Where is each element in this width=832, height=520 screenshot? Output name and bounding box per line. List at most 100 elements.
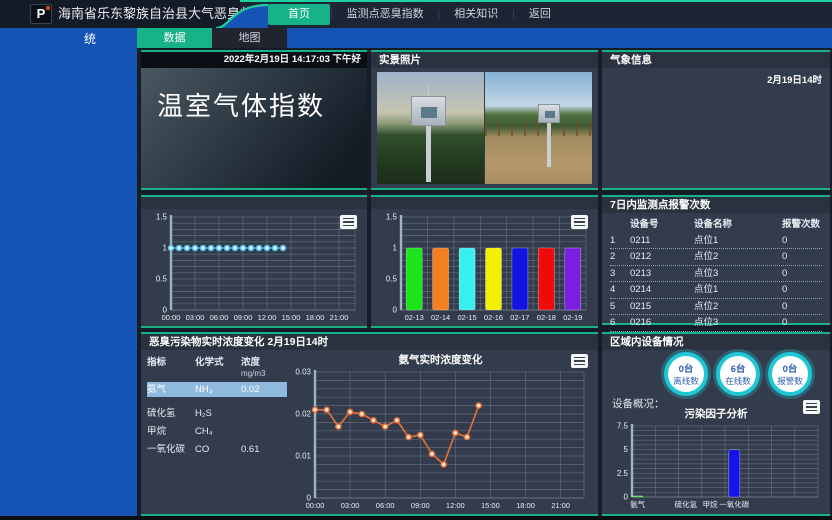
- svg-text:0.5: 0.5: [156, 275, 168, 284]
- view-tabs: 数据地图: [137, 28, 287, 48]
- tab-2[interactable]: 地图: [212, 28, 287, 48]
- station-pole: [426, 124, 431, 182]
- svg-text:02-14: 02-14: [431, 313, 450, 322]
- greenhouse-index-headline: 温室气体指数: [141, 68, 367, 123]
- svg-text:00:00: 00:00: [306, 501, 325, 510]
- daily-index-chart: 00.511.502-1302-1402-1502-1602-1702-1802…: [375, 211, 594, 323]
- station-antenna: [428, 86, 429, 96]
- device-status-title: 区域内设备情况: [602, 334, 830, 350]
- alarm-count-panel: 7日内监测点报警次数 #设备号设备名称报警次数10211点位1020212点位2…: [602, 195, 830, 325]
- index-trend-panel: 00.511.500:0003:0006:0009:0012:0015:0018…: [141, 195, 367, 328]
- svg-text:15:00: 15:00: [481, 501, 500, 510]
- svg-text:09:00: 09:00: [411, 501, 430, 510]
- svg-text:0: 0: [393, 306, 398, 315]
- nav-item-1[interactable]: 首页: [268, 4, 330, 25]
- svg-text:2.5: 2.5: [617, 469, 629, 478]
- device-stat-circles: 0台离线数6台在线数0台报警数: [664, 352, 812, 396]
- app-logo: P: [30, 4, 52, 24]
- station-cabinet: [538, 104, 560, 123]
- alarm-count-title: 7日内监测点报警次数: [602, 197, 830, 213]
- main-menu: 首页|监测点恶臭指数|相关知识|返回: [268, 0, 565, 28]
- fence: [485, 121, 592, 136]
- svg-text:09:00: 09:00: [234, 313, 253, 322]
- col-indicator: 指标: [147, 354, 195, 379]
- svg-text:0.02: 0.02: [295, 410, 311, 419]
- pollutant-table: 指标 化学式 浓度mg/m3 氨气NH₃0.02 硫化氢H₂S 甲烷CH₄ 一氧化碳C…: [147, 354, 287, 457]
- chart-menu-icon[interactable]: [571, 354, 588, 368]
- chart-menu-icon[interactable]: [571, 215, 588, 229]
- svg-text:02-19: 02-19: [563, 313, 582, 322]
- station-screen: [421, 107, 437, 118]
- pollutant-row[interactable]: 甲烷CH₄: [147, 425, 287, 439]
- device-status-panel: 区域内设备情况 设备概况： 0台离线数6台在线数0台报警数 污染因子分析 02.…: [602, 332, 830, 516]
- pollutant-row[interactable]: 氨气NH₃0.02: [147, 382, 287, 397]
- greenhouse-index-body: 温室气体指数: [141, 68, 367, 188]
- svg-text:03:00: 03:00: [186, 313, 205, 322]
- pollutant-row[interactable]: 一氧化碳CO0.61: [147, 443, 287, 457]
- ammonia-chart-title: 氨气实时浓度变化: [289, 352, 592, 367]
- svg-text:18:00: 18:00: [516, 501, 535, 510]
- alarm-table-row: 30213点位30: [610, 266, 822, 283]
- station-photo-evening: [377, 72, 484, 184]
- svg-text:02-13: 02-13: [405, 313, 424, 322]
- station-photo-day: [485, 72, 592, 184]
- svg-text:03:00: 03:00: [341, 501, 360, 510]
- pollutant-row[interactable]: 硫化氢H₂S: [147, 407, 287, 421]
- ammonia-trend-chart: 00.010.020.0300:0003:0006:0009:0012:0015…: [289, 366, 592, 511]
- pollutant-title: 恶臭污染物实时浓度变化 2月19日14时: [141, 334, 598, 350]
- alarm-table-row: 50215点位20: [610, 299, 822, 316]
- svg-text:06:00: 06:00: [376, 501, 395, 510]
- app-title-wrapped-char: 统: [84, 30, 96, 47]
- nav-item-2[interactable]: 监测点恶臭指数: [333, 4, 438, 24]
- pollution-factor-chart: 02.557.5氨气硫化氢甲烷一氧化碳: [606, 420, 826, 510]
- pollutant-table-header: 指标 化学式 浓度mg/m3: [147, 354, 287, 379]
- tab-1[interactable]: 数据: [137, 28, 212, 48]
- alarm-table-header: #设备号设备名称报警次数: [610, 217, 822, 233]
- svg-text:21:00: 21:00: [551, 501, 570, 510]
- sub-bar: [0, 28, 832, 48]
- station-cabinet: [411, 96, 446, 126]
- device-stat-circle: 0台报警数: [768, 352, 812, 396]
- daily-index-header: [371, 197, 598, 209]
- station-pole: [547, 122, 551, 167]
- chart-menu-icon[interactable]: [803, 400, 820, 414]
- top-nav: P 海南省乐东黎族自治县大气恶臭状况实时发布系 首页|监测点恶臭指数|相关知识|…: [0, 0, 832, 28]
- svg-text:硫化氢: 硫化氢: [675, 499, 698, 509]
- photo-strip: [377, 72, 592, 184]
- alarm-table-row: 20212点位20: [610, 249, 822, 266]
- weather-timestamp: 2月19日14时: [602, 68, 830, 90]
- dashboard-screen: P 海南省乐东黎族自治县大气恶臭状况实时发布系 首页|监测点恶臭指数|相关知识|…: [0, 0, 832, 520]
- svg-text:0.01: 0.01: [295, 452, 311, 461]
- alarm-table-row: 60216点位30: [610, 315, 822, 332]
- ammonia-chart-wrap: 氨气实时浓度变化 00.010.020.0300:0003:0006:0009:…: [289, 352, 592, 511]
- alarm-table-row: 10211点位10: [610, 233, 822, 250]
- swoosh-decoration: [216, 0, 268, 28]
- index-trend-header: [141, 197, 367, 209]
- alarm-table: #设备号设备名称报警次数10211点位1020212点位2030213点位304…: [602, 213, 830, 332]
- svg-text:甲烷: 甲烷: [703, 499, 718, 509]
- svg-text:氨气: 氨气: [630, 499, 645, 509]
- station-screen: [545, 111, 555, 118]
- chart-menu-icon[interactable]: [340, 215, 357, 229]
- device-stat-circle: 0台离线数: [664, 352, 708, 396]
- col-formula: 化学式: [195, 354, 241, 379]
- left-sidebar: [0, 48, 137, 520]
- svg-text:21:00: 21:00: [330, 313, 349, 322]
- svg-text:02-17: 02-17: [510, 313, 529, 322]
- svg-text:0: 0: [624, 493, 629, 502]
- svg-text:0.03: 0.03: [295, 368, 311, 377]
- svg-text:7.5: 7.5: [617, 422, 629, 431]
- svg-text:02-15: 02-15: [458, 313, 477, 322]
- device-stat-circle: 6台在线数: [716, 352, 760, 396]
- svg-text:15:00: 15:00: [282, 313, 301, 322]
- svg-text:00:00: 00:00: [162, 313, 181, 322]
- index-trend-chart: 00.511.500:0003:0006:0009:0012:0015:0018…: [145, 211, 363, 323]
- col-concentration: 浓度mg/m3: [241, 354, 287, 379]
- daily-index-panel: 00.511.502-1302-1402-1502-1602-1702-1802…: [371, 195, 598, 328]
- nav-item-4[interactable]: 返回: [515, 4, 565, 24]
- svg-text:0.5: 0.5: [386, 275, 398, 284]
- svg-text:12:00: 12:00: [258, 313, 277, 322]
- nav-item-3[interactable]: 相关知识: [440, 4, 512, 24]
- alarm-table-row: 40214点位10: [610, 282, 822, 299]
- svg-text:5: 5: [624, 445, 629, 454]
